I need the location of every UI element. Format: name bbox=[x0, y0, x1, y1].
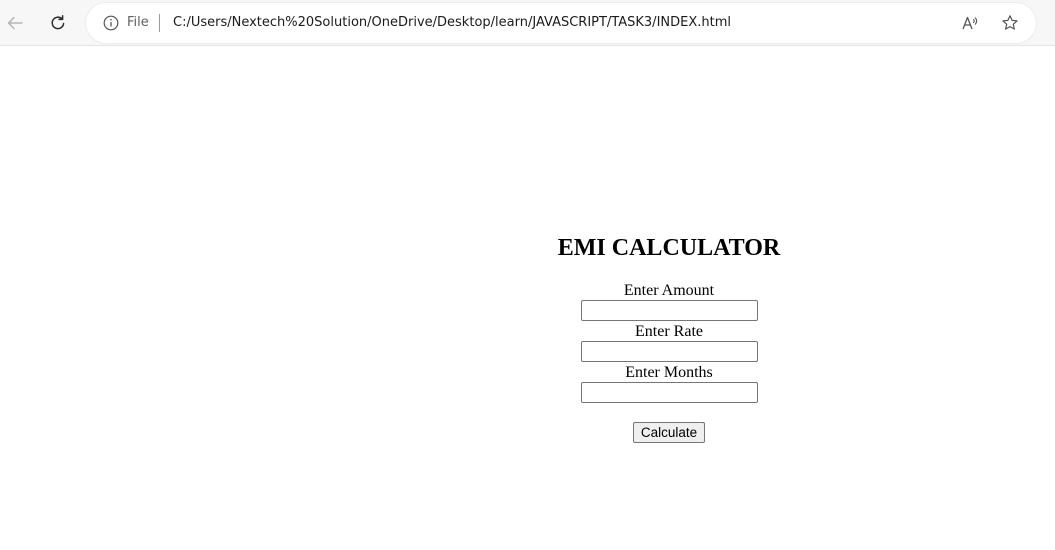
amount-input[interactable] bbox=[580, 300, 758, 321]
months-input[interactable] bbox=[580, 382, 758, 403]
back-arrow-icon bbox=[7, 16, 23, 30]
favorite-button[interactable] bbox=[1000, 13, 1020, 33]
info-icon[interactable] bbox=[103, 15, 119, 31]
scheme-label: File bbox=[127, 15, 149, 30]
address-divider bbox=[159, 14, 160, 32]
star-icon bbox=[1002, 15, 1018, 30]
browser-toolbar: File C:/Users/Nextech%20Solution/OneDriv… bbox=[0, 0, 1055, 46]
page-title: EMI CALCULATOR bbox=[557, 235, 781, 261]
months-label: Enter Months bbox=[625, 364, 713, 381]
rate-input[interactable] bbox=[580, 341, 758, 362]
read-aloud-button[interactable] bbox=[960, 13, 980, 33]
reload-icon bbox=[51, 15, 65, 30]
reload-button[interactable] bbox=[44, 9, 72, 37]
emi-calculator-form: EMI CALCULATOR Enter Amount Enter Rate E… bbox=[539, 232, 799, 443]
url-text[interactable]: C:/Users/Nextech%20Solution/OneDrive/Des… bbox=[173, 14, 731, 32]
calculate-button[interactable]: Calculate bbox=[632, 422, 706, 443]
address-bar[interactable]: File C:/Users/Nextech%20Solution/OneDriv… bbox=[86, 3, 1036, 43]
read-aloud-icon bbox=[962, 16, 978, 30]
amount-label: Enter Amount bbox=[623, 282, 715, 299]
back-button[interactable] bbox=[1, 9, 29, 37]
rate-label: Enter Rate bbox=[635, 323, 703, 340]
